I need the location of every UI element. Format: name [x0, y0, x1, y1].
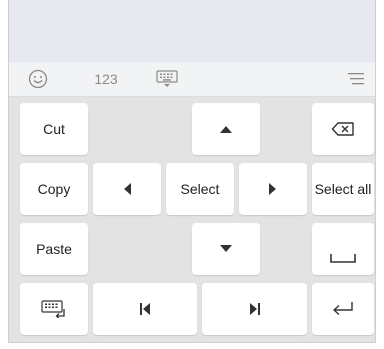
- cut-label: Cut: [43, 121, 65, 137]
- keyboard-switch-button[interactable]: [20, 283, 88, 335]
- arrow-right-icon: [269, 183, 276, 195]
- copy-label: Copy: [37, 181, 71, 197]
- up-button[interactable]: [192, 103, 260, 155]
- space-button[interactable]: [312, 223, 374, 275]
- paste-label: Paste: [36, 241, 72, 257]
- text-input-area[interactable]: [9, 0, 375, 63]
- edit-keyboard: Cut Copy Select Select all Paste: [9, 97, 375, 342]
- editor-frame: 123 Cut Copy Select Select all Paste: [8, 0, 376, 343]
- arrow-left-icon: [124, 183, 131, 195]
- backspace-icon: [331, 122, 354, 136]
- enter-button[interactable]: [312, 283, 374, 335]
- down-button[interactable]: [192, 223, 260, 275]
- menu-icon[interactable]: [345, 62, 365, 96]
- enter-icon: [333, 302, 353, 316]
- line-end-button[interactable]: [202, 283, 307, 335]
- line-start-button[interactable]: [93, 283, 197, 335]
- space-icon: [330, 254, 356, 263]
- smiley-face-icon[interactable]: [27, 62, 49, 96]
- paste-button[interactable]: Paste: [20, 223, 88, 275]
- copy-button[interactable]: Copy: [20, 163, 88, 215]
- select-button[interactable]: Select: [166, 163, 234, 215]
- select-label: Select: [180, 181, 220, 197]
- arrow-up-icon: [220, 126, 232, 133]
- select-all-label: Select all: [314, 181, 372, 197]
- skip-end-icon: [249, 303, 260, 315]
- left-button[interactable]: [93, 163, 161, 215]
- cut-button[interactable]: Cut: [20, 103, 88, 155]
- keyboard-return-icon: [41, 300, 65, 318]
- backspace-button[interactable]: [312, 103, 374, 155]
- keyboard-hide-icon[interactable]: [154, 62, 180, 96]
- right-button[interactable]: [239, 163, 307, 215]
- keyboard-toolbar: 123: [9, 62, 375, 97]
- select-all-button[interactable]: Select all: [312, 163, 374, 215]
- numbers-toggle[interactable]: 123: [91, 62, 121, 96]
- arrow-down-icon: [220, 245, 232, 252]
- skip-start-icon: [140, 303, 150, 315]
